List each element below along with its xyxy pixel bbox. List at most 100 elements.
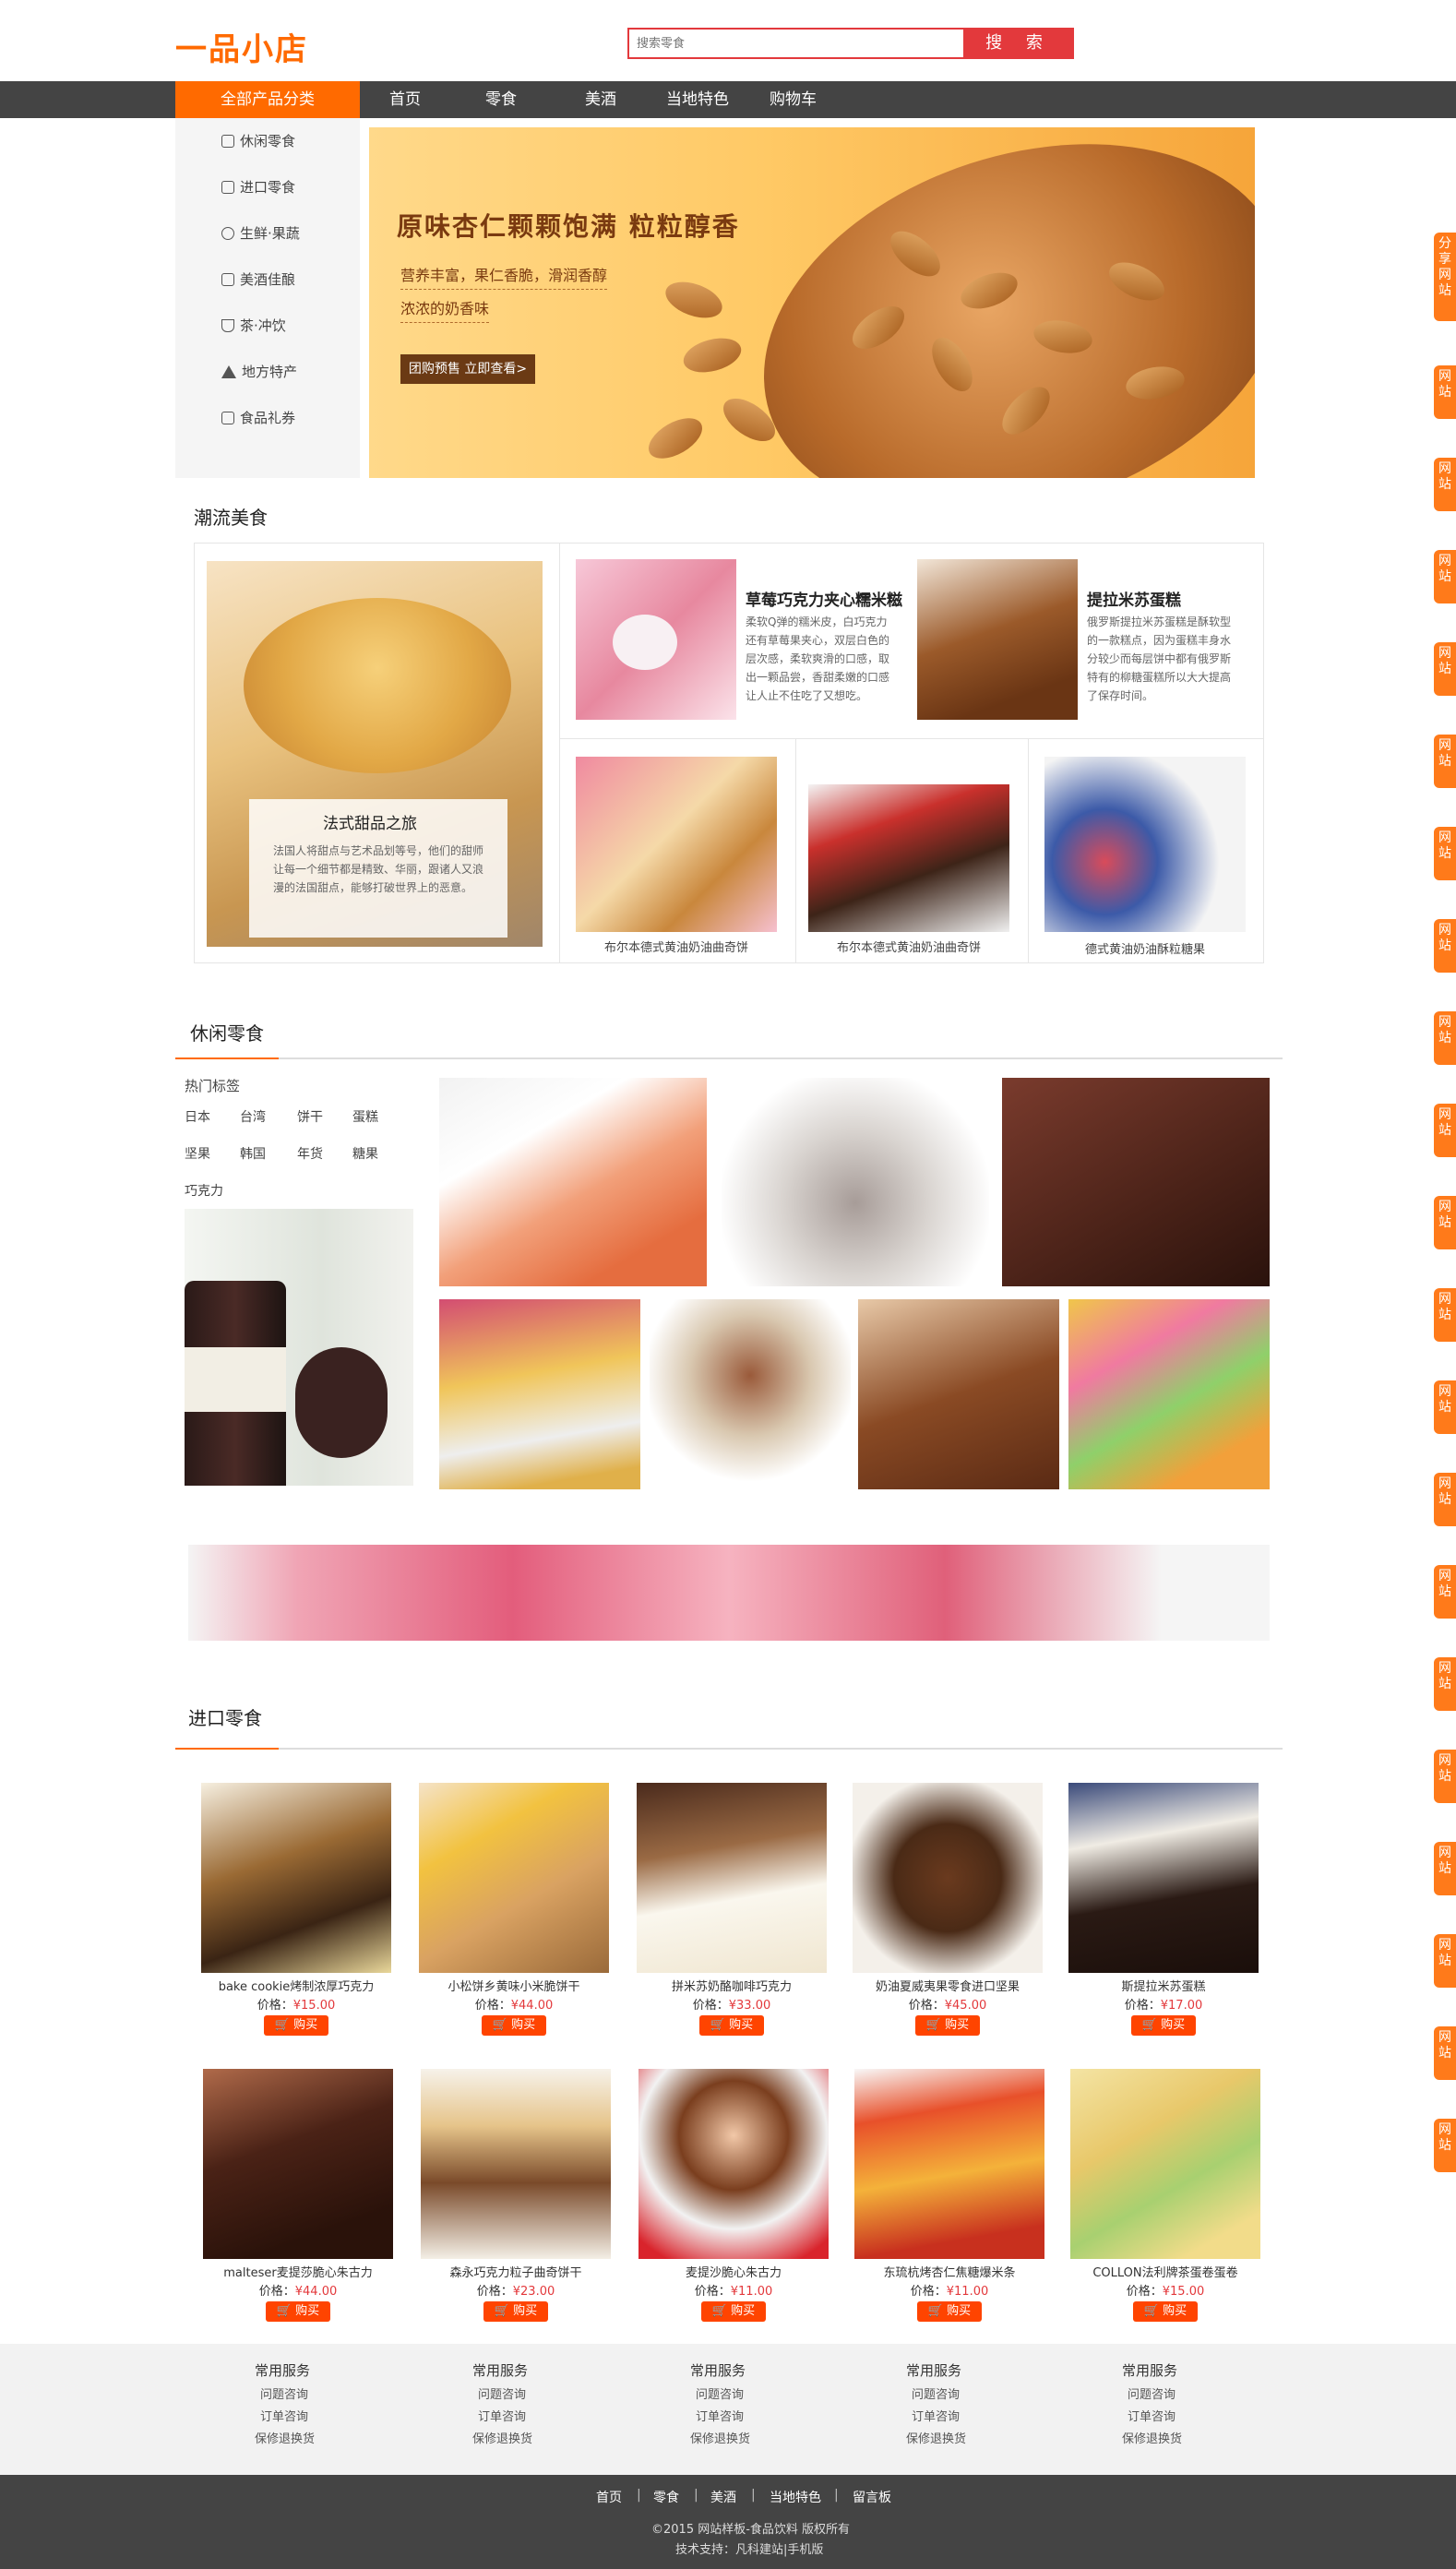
card-title-tiramisu[interactable]: 提拉米苏蛋糕 bbox=[1087, 587, 1181, 610]
product-image[interactable] bbox=[421, 2069, 611, 2259]
tag-chocolate[interactable]: 巧克力 bbox=[185, 1181, 223, 1200]
product-name[interactable]: 森永巧克力粒子曲奇饼干 bbox=[421, 2263, 611, 2280]
banner-view-button[interactable]: 团购预售 立即查看> bbox=[400, 354, 535, 384]
footer-link[interactable]: 问题咨询 bbox=[478, 2384, 526, 2402]
buy-button[interactable]: 🛒 购买 bbox=[699, 2015, 764, 2036]
tag-korea[interactable]: 韩国 bbox=[240, 1144, 266, 1163]
chocolate-bar-image[interactable] bbox=[1002, 1078, 1270, 1286]
footer-link[interactable]: 订单咨询 bbox=[1128, 2407, 1176, 2424]
share-site-tab[interactable]: 网站 bbox=[1434, 1104, 1456, 1157]
buy-button[interactable]: 🛒 购买 bbox=[1133, 2301, 1198, 2322]
footer-link[interactable]: 订单咨询 bbox=[696, 2407, 744, 2424]
buy-button[interactable]: 🛒 购买 bbox=[1131, 2015, 1196, 2036]
product-name[interactable]: malteser麦提莎脆心朱古力 bbox=[203, 2263, 393, 2280]
sidebar-item-tea[interactable]: 茶·冲饮 bbox=[221, 312, 286, 340]
footer-nav-guestbook[interactable]: 留言板 bbox=[853, 2488, 891, 2506]
sidebar-item-wine[interactable]: 美酒佳酿 bbox=[221, 266, 295, 293]
nav-item-cart[interactable]: 购物车 bbox=[770, 81, 817, 118]
nav-item-snacks[interactable]: 零食 bbox=[485, 81, 517, 118]
site-logo[interactable]: 一品小店 bbox=[175, 24, 308, 69]
footer-link[interactable]: 订单咨询 bbox=[260, 2407, 308, 2424]
truffle-image[interactable] bbox=[722, 1078, 989, 1286]
footer-nav-wine[interactable]: 美酒 bbox=[710, 2488, 736, 2506]
product-name[interactable]: 奶油夏威夷果零食进口坚果 bbox=[853, 1977, 1043, 1994]
footer-link[interactable]: 问题咨询 bbox=[1128, 2384, 1176, 2402]
cookie-tin-image[interactable] bbox=[576, 757, 777, 932]
share-site-tab[interactable]: 网站 bbox=[1434, 1842, 1456, 1895]
macaron-strip-banner[interactable] bbox=[188, 1545, 1270, 1641]
sidebar-item-local[interactable]: 地方特产 bbox=[221, 358, 297, 386]
product-image[interactable] bbox=[201, 1783, 391, 1973]
gummy-image[interactable] bbox=[439, 1299, 640, 1489]
footer-link[interactable]: 问题咨询 bbox=[912, 2384, 960, 2402]
choco-beans-image[interactable] bbox=[650, 1299, 851, 1489]
product-name[interactable]: 拼米苏奶酪咖啡巧克力 bbox=[637, 1977, 827, 1994]
sidebar-item-imported[interactable]: 进口零食 bbox=[221, 173, 295, 201]
product-name[interactable]: 斯提拉米苏蛋糕 bbox=[1068, 1977, 1259, 1994]
share-site-tab[interactable]: 网站 bbox=[1434, 642, 1456, 696]
nav-item-wine[interactable]: 美酒 bbox=[585, 81, 616, 118]
buy-button[interactable]: 🛒 购买 bbox=[482, 2015, 546, 2036]
footer-link[interactable]: 保修退换货 bbox=[1122, 2429, 1182, 2446]
jam-jar-image[interactable] bbox=[185, 1209, 413, 1486]
footer-link[interactable]: 保修退换货 bbox=[690, 2429, 750, 2446]
candy-image[interactable] bbox=[439, 1078, 707, 1286]
buy-button[interactable]: 🛒 购买 bbox=[915, 2015, 980, 2036]
search-button[interactable]: 搜 索 bbox=[963, 28, 1074, 59]
tiramisu-cake-image[interactable] bbox=[917, 559, 1078, 720]
buy-button[interactable]: 🛒 购买 bbox=[266, 2301, 330, 2322]
tag-nuts[interactable]: 坚果 bbox=[185, 1144, 210, 1163]
tag-taiwan[interactable]: 台湾 bbox=[240, 1107, 266, 1126]
buy-button[interactable]: 🛒 购买 bbox=[701, 2301, 766, 2322]
share-site-tab[interactable]: 网站 bbox=[1434, 1473, 1456, 1526]
tag-japan[interactable]: 日本 bbox=[185, 1107, 210, 1126]
share-site-tab[interactable]: 网站 bbox=[1434, 1288, 1456, 1342]
berry-candy-image[interactable] bbox=[1044, 757, 1246, 932]
nav-item-local[interactable]: 当地特色 bbox=[666, 81, 729, 118]
share-site-tab[interactable]: 网站 bbox=[1434, 2119, 1456, 2172]
tag-newyear[interactable]: 年货 bbox=[297, 1144, 323, 1163]
product-name[interactable]: 小松饼乡黄味小米脆饼干 bbox=[419, 1977, 609, 1994]
share-site-tab[interactable]: 网站 bbox=[1434, 1380, 1456, 1434]
product-image[interactable] bbox=[637, 1783, 827, 1973]
product-image[interactable] bbox=[203, 2069, 393, 2259]
product-image[interactable] bbox=[419, 1783, 609, 1973]
share-site-tab[interactable]: 网站 bbox=[1434, 1750, 1456, 1803]
share-site-tab[interactable]: 网站 bbox=[1434, 735, 1456, 788]
buy-button[interactable]: 🛒 购买 bbox=[483, 2301, 548, 2322]
product-name[interactable]: bake cookie烤制浓厚巧克力 bbox=[201, 1977, 391, 1994]
tag-candy[interactable]: 糖果 bbox=[352, 1144, 378, 1163]
cookies-image[interactable] bbox=[858, 1299, 1059, 1489]
product-image[interactable] bbox=[1068, 1783, 1259, 1973]
tag-biscuit[interactable]: 饼干 bbox=[297, 1107, 323, 1126]
footer-link[interactable]: 问题咨询 bbox=[696, 2384, 744, 2402]
footer-link[interactable]: 订单咨询 bbox=[478, 2407, 526, 2424]
buy-button[interactable]: 🛒 购买 bbox=[917, 2301, 982, 2322]
footer-link[interactable]: 问题咨询 bbox=[260, 2384, 308, 2402]
product-image[interactable] bbox=[638, 2069, 829, 2259]
search-input[interactable] bbox=[627, 28, 963, 59]
nav-item-home[interactable]: 首页 bbox=[389, 81, 421, 118]
buy-button[interactable]: 🛒 购买 bbox=[264, 2015, 328, 2036]
share-site-tab[interactable]: 网站 bbox=[1434, 2026, 1456, 2080]
share-site-tab[interactable]: 网站 bbox=[1434, 1196, 1456, 1249]
mochi-image[interactable] bbox=[576, 559, 736, 720]
share-site-tab[interactable]: 分享网站 bbox=[1434, 233, 1456, 321]
footer-link[interactable]: 订单咨询 bbox=[912, 2407, 960, 2424]
share-site-tab[interactable]: 网站 bbox=[1434, 919, 1456, 973]
share-site-tab[interactable]: 网站 bbox=[1434, 1657, 1456, 1711]
footer-link[interactable]: 保修退换货 bbox=[255, 2429, 315, 2446]
macaron-box-image[interactable] bbox=[1068, 1299, 1270, 1489]
nav-all-categories[interactable]: 全部产品分类 bbox=[175, 81, 360, 118]
footer-nav-snacks[interactable]: 零食 bbox=[653, 2488, 679, 2506]
sidebar-item-leisure[interactable]: 休闲零食 bbox=[221, 127, 295, 155]
share-site-tab[interactable]: 网站 bbox=[1434, 365, 1456, 419]
sidebar-item-fresh[interactable]: 生鲜·果蔬 bbox=[221, 220, 300, 247]
product-image[interactable] bbox=[853, 1783, 1043, 1973]
chocolate-box-image[interactable] bbox=[808, 784, 1009, 932]
tech-support-link[interactable]: 技术支持：凡科建站|手机版 bbox=[675, 2539, 823, 2557]
share-site-tab[interactable]: 网站 bbox=[1434, 1565, 1456, 1619]
product-name[interactable]: 麦提沙脆心朱古力 bbox=[638, 2263, 829, 2280]
product-image[interactable] bbox=[1070, 2069, 1260, 2259]
card-title-mochi[interactable]: 草莓巧克力夹心糯米糍 bbox=[746, 587, 902, 610]
